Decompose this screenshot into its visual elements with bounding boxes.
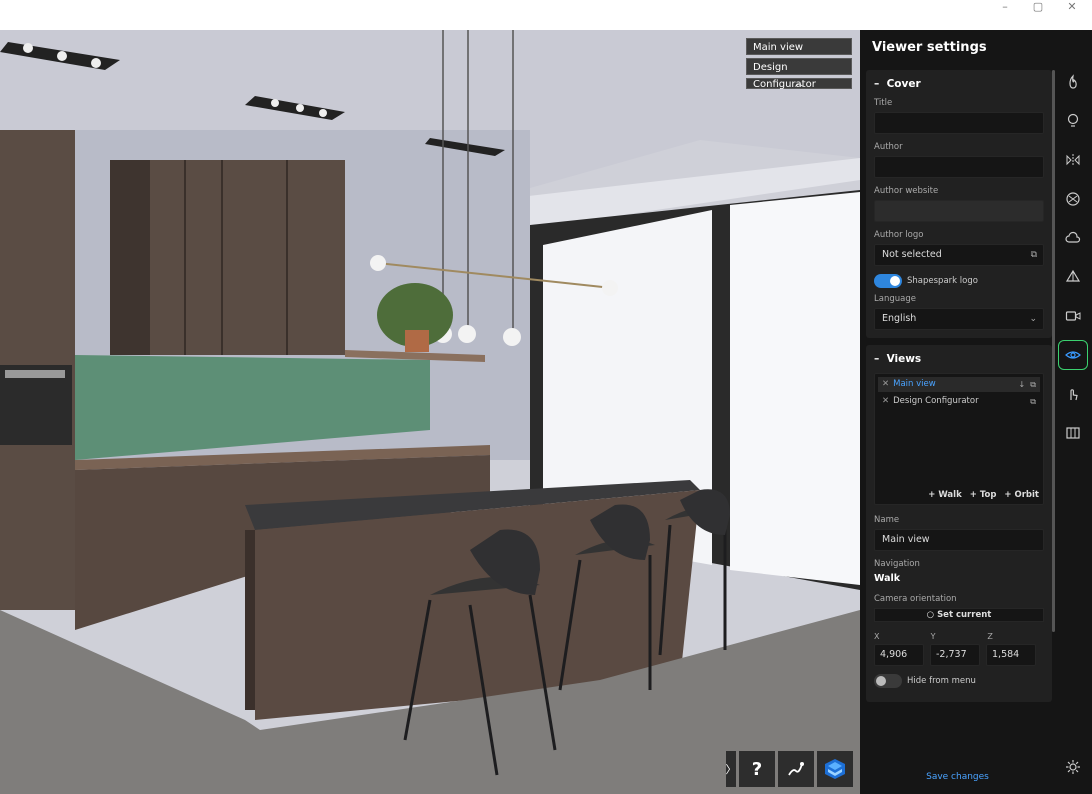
author-website-input[interactable] (874, 200, 1044, 222)
shapespark-logo-toggle[interactable] (874, 274, 902, 288)
views-list: ✕ Main view ↓ ⧉ ✕ Design Configurator ⧉ + Wa… (874, 373, 1044, 505)
views-section-header[interactable]: – Views (874, 353, 1044, 365)
light-icon[interactable] (1058, 106, 1088, 136)
chevron-down-icon: ⌄ (1029, 314, 1037, 324)
author-label: Author (874, 142, 903, 152)
hide-from-menu-toggle[interactable] (874, 674, 902, 688)
3d-viewport[interactable]: Main view Design Configurator ︿ 〉 ? (0, 30, 860, 794)
shapespark-logo-icon[interactable] (817, 751, 853, 787)
language-value: English (882, 313, 917, 324)
author-logo-label: Author logo (874, 230, 924, 240)
path-icon[interactable] (778, 751, 814, 787)
y-label: Y (930, 632, 936, 641)
hide-from-menu-label: Hide from menu (907, 676, 976, 686)
save-changes-button[interactable]: Save changes (860, 772, 1055, 788)
remove-view-icon[interactable]: ✕ (882, 396, 889, 406)
author-input[interactable] (874, 156, 1044, 178)
copy-icon[interactable]: ⧉ (1030, 394, 1036, 409)
views-menu-item-design-configurator[interactable]: Design Configurator (746, 58, 852, 90)
bake-icon[interactable] (1058, 67, 1088, 97)
add-top-button[interactable]: + Top (970, 490, 997, 500)
shapespark-logo-label: Shapespark logo (907, 276, 978, 286)
author-logo-picker[interactable]: Not selected ⧉ (874, 244, 1044, 266)
cover-section: – Cover Title Author Author website Auth… (866, 70, 1052, 338)
title-input[interactable] (874, 112, 1044, 134)
move-down-copy-icons[interactable]: ↓ ⧉ (1018, 377, 1036, 392)
view-name-input[interactable]: Main view (874, 529, 1044, 551)
sky-icon[interactable] (1058, 223, 1088, 253)
view-item-main-view[interactable]: ✕ Main view ↓ ⧉ (878, 377, 1040, 392)
x-label: X (874, 632, 880, 641)
viewer-settings-panel: Viewer settings – Cover Title Author Aut… (860, 30, 1055, 794)
add-orbit-button[interactable]: + Orbit (1004, 490, 1039, 500)
eye-icon[interactable] (1058, 340, 1088, 370)
book-icon[interactable] (1058, 418, 1088, 448)
language-select[interactable]: English ⌄ (874, 308, 1044, 330)
maximize-icon[interactable]: ▢ (1023, 0, 1053, 14)
settings-icon[interactable] (1058, 752, 1088, 782)
material-icon[interactable] (1058, 184, 1088, 214)
hide-from-menu-row: Hide from menu (874, 674, 1044, 688)
touch-icon[interactable] (1058, 379, 1088, 409)
file-icon: ⧉ (1030, 250, 1037, 260)
cover-heading: Cover (886, 78, 921, 90)
xyz-inputs: 4,906 -2,737 1,584 (874, 644, 1044, 666)
view-item-design-configurator[interactable]: ✕ Design Configurator ⧉ (878, 394, 1040, 409)
cover-section-header[interactable]: – Cover (874, 78, 1044, 90)
views-menu-item-main-view[interactable]: Main view (746, 38, 852, 55)
views-menu: Main view Design Configurator ︿ (746, 38, 852, 90)
author-logo-value: Not selected (882, 249, 942, 260)
z-label: Z (987, 632, 993, 641)
navigation-value: Walk (874, 573, 901, 584)
navigation-label: Navigation (874, 559, 920, 569)
set-current-button[interactable]: ○ Set current (874, 608, 1044, 622)
view-item-label: Design Configurator (893, 396, 979, 406)
views-section: – Views ✕ Main view ↓ ⧉ ✕ Design Configurat… (866, 345, 1052, 702)
panel-title: Viewer settings (872, 40, 987, 55)
minimize-icon[interactable]: – (990, 0, 1020, 14)
name-label: Name (874, 515, 900, 525)
y-input[interactable]: -2,737 (930, 644, 980, 666)
kitchen-render (0, 30, 860, 794)
help-button[interactable]: ? (739, 751, 775, 787)
remove-view-icon[interactable]: ✕ (882, 379, 889, 389)
set-current-label: Set current (937, 610, 992, 620)
x-input[interactable]: 4,906 (874, 644, 924, 666)
tools-icon-bar (1055, 30, 1092, 794)
video-icon[interactable] (1058, 301, 1088, 331)
view-item-label: Main view (893, 379, 936, 389)
settings-scroll-area[interactable]: – Cover Title Author Author website Auth… (866, 70, 1052, 763)
title-bar: – ▢ ✕ (0, 0, 1092, 30)
author-website-label: Author website (874, 186, 939, 196)
prism-icon[interactable] (1058, 262, 1088, 292)
title-label: Title (874, 98, 893, 108)
close-icon[interactable]: ✕ (1057, 0, 1087, 14)
camera-orientation-label: Camera orientation (874, 594, 957, 604)
views-heading: Views (886, 353, 922, 365)
language-label: Language (874, 294, 916, 304)
add-orbit-label: Orbit (1014, 490, 1039, 500)
shapespark-logo-row: Shapespark logo (874, 274, 1044, 288)
expand-toolbar-button[interactable]: 〉 (726, 751, 737, 787)
mirror-icon[interactable] (1058, 145, 1088, 175)
add-walk-label: Walk (938, 490, 962, 500)
add-walk-button[interactable]: + Walk (928, 490, 961, 500)
add-view-row: + Walk + Top + Orbit (928, 490, 1039, 500)
viewer-toolbar: 〉 ? (726, 751, 853, 787)
xyz-labels: X Y Z (874, 632, 1044, 641)
z-input[interactable]: 1,584 (986, 644, 1036, 666)
add-top-label: Top (979, 490, 997, 500)
